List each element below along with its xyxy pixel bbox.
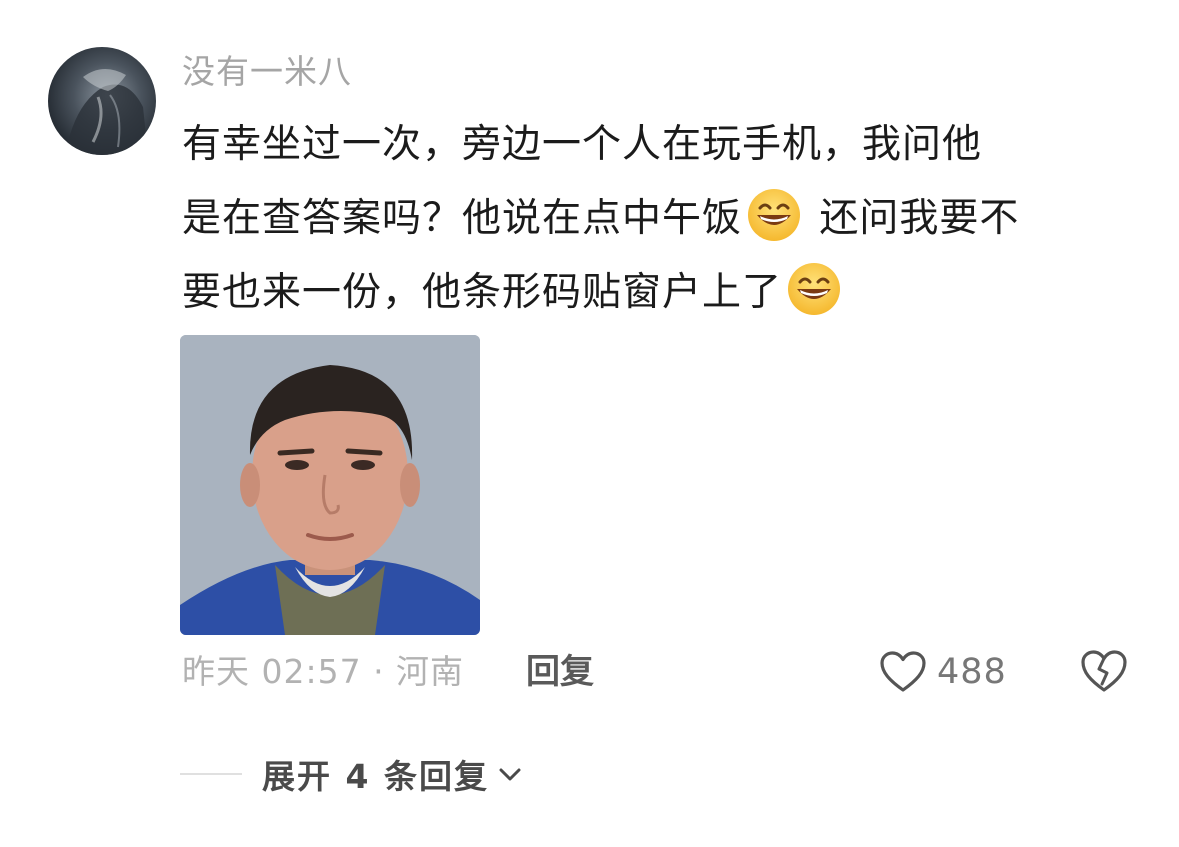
dislike-button[interactable] [1080, 647, 1128, 695]
like-count: 488 [937, 652, 1007, 692]
comment-line: 有幸坐过一次，旁边一个人在玩手机，我问他 [182, 122, 983, 167]
comment-line: 还问我要不 [806, 196, 1020, 241]
comment-card: 没有一米八 有幸坐过一次，旁边一个人在玩手机，我问他 是在查答案吗？他说在点中午… [0, 0, 1179, 847]
attached-photo[interactable] [180, 335, 480, 635]
comment-text: 有幸坐过一次，旁边一个人在玩手机，我问他 是在查答案吗？他说在点中午饭 还问我要… [182, 108, 1142, 330]
comment-line: 是在查答案吗？他说在点中午饭 [182, 196, 743, 241]
expand-replies-button[interactable]: 展开 4 条回复 [262, 750, 525, 798]
grinning-face-icon [786, 261, 842, 317]
grinning-face-icon [746, 187, 802, 243]
comment-line: 要也来一份，他条形码贴窗户上了 [182, 270, 783, 315]
username[interactable]: 没有一米八 [182, 50, 352, 94]
chevron-down-icon [499, 768, 521, 781]
heart-icon [880, 651, 926, 692]
broken-heart-icon [1081, 650, 1127, 692]
expand-replies-label: 展开 4 条回复 [262, 757, 489, 796]
reply-button[interactable]: 回复 [526, 648, 594, 696]
comment-meta: 昨天 02:57 · 河南 [182, 652, 465, 691]
like-button[interactable]: 488 [879, 646, 1007, 698]
avatar[interactable] [48, 47, 156, 155]
divider [180, 773, 242, 775]
